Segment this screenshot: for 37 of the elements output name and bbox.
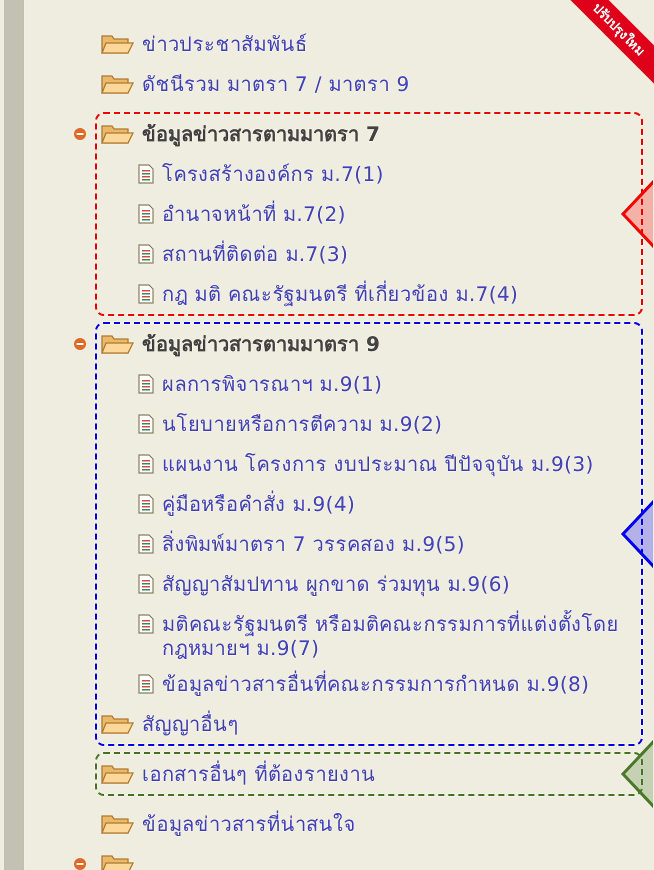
- pointer-arrow: [621, 499, 653, 569]
- group-title[interactable]: ข้อมูลข่าวสารตามมาตรา 7: [142, 122, 380, 146]
- document-link[interactable]: คู่มือหรือคำสั่ง ม.9(4): [162, 492, 356, 516]
- folder-link[interactable]: ดัชนีรวม มาตรา 7 / มาตรา 9: [142, 72, 410, 96]
- pointer-arrow: [621, 739, 653, 809]
- document-link[interactable]: มติคณะรัฐมนตรี หรือมติคณะกรรมการที่แต่งตั้งโดยกฎหมายฯ ม.9(7): [162, 612, 641, 660]
- document-icon: [138, 454, 154, 474]
- document-link[interactable]: โครงสร้างองค์กร ม.7(1): [162, 162, 384, 186]
- document-icon: [138, 534, 154, 554]
- document-link[interactable]: อำนาจหน้าที่ ม.7(2): [162, 202, 346, 226]
- folder-link[interactable]: เอกสารอื่นๆ ที่ต้องรายงาน: [142, 762, 376, 786]
- folder-link[interactable]: สัญญาอื่นๆ: [142, 712, 239, 736]
- document-link[interactable]: กฎ มติ คณะรัฐมนตรี ที่เกี่ยวข้อง ม.7(4): [162, 282, 518, 306]
- document-icon: [138, 284, 154, 304]
- document-icon: [138, 164, 154, 184]
- document-icon: [138, 574, 154, 594]
- document-icon: [138, 244, 154, 264]
- document-link[interactable]: สถานที่ติดต่อ ม.7(3): [162, 242, 348, 266]
- document-icon: [138, 204, 154, 224]
- collapse-icon[interactable]: [73, 337, 87, 351]
- document-icon: [138, 414, 154, 434]
- folder-link[interactable]: ข่าวประชาสัมพันธ์: [142, 32, 308, 56]
- document-link[interactable]: ผลการพิจารณาฯ ม.9(1): [162, 372, 382, 396]
- document-link[interactable]: สัญญาสัมปทาน ผูกขาด ร่วมทุน ม.9(6): [162, 572, 510, 596]
- document-link[interactable]: นโยบายหรือการตีความ ม.9(2): [162, 412, 442, 436]
- group-title[interactable]: ข้อมูลข่าวสารตามมาตรา 9: [142, 332, 380, 356]
- collapse-icon[interactable]: [73, 857, 87, 870]
- document-link[interactable]: แผนงาน โครงการ งบประมาณ ปีปัจจุบัน ม.9(3): [162, 452, 594, 476]
- collapse-icon[interactable]: [73, 127, 87, 141]
- document-icon: [138, 614, 154, 634]
- document-link[interactable]: ข้อมูลข่าวสารอื่นที่คณะกรรมการกำหนด ม.9(8): [162, 672, 590, 696]
- document-link[interactable]: สิ่งพิมพ์มาตรา 7 วรรคสอง ม.9(5): [162, 532, 466, 556]
- pointer-arrow: [621, 179, 653, 249]
- folder-link[interactable]: ข้อมูลข่าวสารที่น่าสนใจ: [142, 812, 356, 836]
- document-icon: [138, 374, 154, 394]
- document-icon: [138, 674, 154, 694]
- document-icon: [138, 494, 154, 514]
